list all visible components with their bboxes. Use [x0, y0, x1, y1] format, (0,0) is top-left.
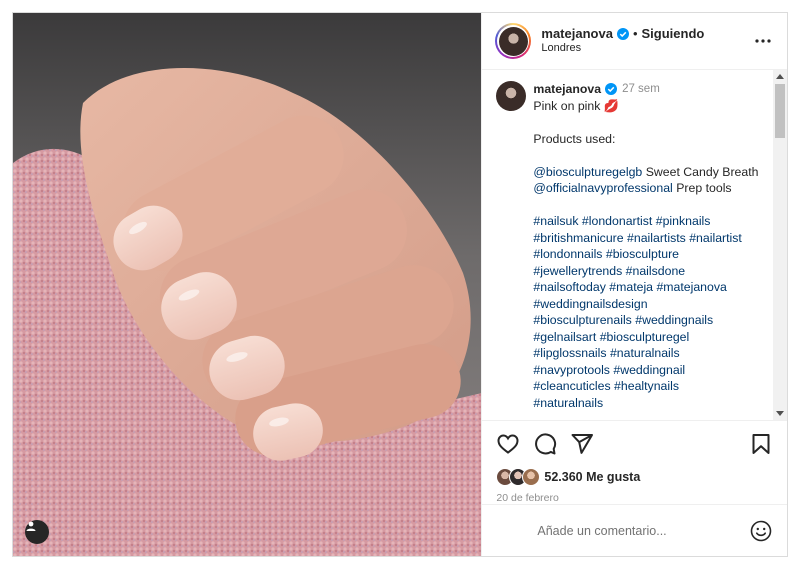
hashtag-line[interactable]: #lipglossnails #naturalnails [533, 345, 763, 362]
product-text: Prep tools [672, 181, 732, 195]
product-line: @biosculpturegelgb Sweet Candy Breath [533, 164, 763, 181]
comment-icon[interactable] [533, 432, 557, 456]
verified-icon [616, 28, 629, 41]
heart-icon[interactable] [496, 432, 520, 456]
post-photo[interactable] [13, 13, 482, 556]
verified-icon [605, 83, 618, 96]
avatar[interactable] [498, 26, 528, 56]
hashtag-line[interactable]: #londonnails #biosculpture [533, 246, 763, 263]
emoji-icon[interactable] [749, 519, 773, 543]
hashtag-line[interactable]: #biosculpturenails #weddingnails [533, 312, 763, 329]
user-tag-icon[interactable] [25, 520, 49, 544]
product-line: @officialnavyprofessional Prep tools [533, 180, 763, 197]
scroll-down-icon[interactable] [776, 411, 784, 416]
post-header: matejanova • Siguiendo Londres [482, 13, 787, 70]
manicure-image [13, 68, 482, 556]
caption-time[interactable]: 27 sem [622, 81, 660, 98]
hashtag-line[interactable]: #britishmanicure #nailartists #nailartis… [533, 230, 763, 247]
post-dialog: matejanova • Siguiendo Londres matejanov… [12, 12, 788, 557]
hashtag-line[interactable]: #nailsoftoday #mateja #matejanova [533, 279, 763, 296]
likes-row[interactable]: 52.360 Me gusta [482, 467, 787, 487]
product-text: Sweet Candy Breath [642, 164, 759, 179]
likes-count[interactable]: 52.360 Me gusta [544, 470, 640, 484]
add-comment-bar [482, 504, 787, 556]
caption-avatar[interactable] [496, 81, 527, 111]
comments-area[interactable]: matejanova 27 sem Pink on pink 💋 Product… [482, 70, 787, 421]
hashtag-line[interactable]: #naturalnails [533, 395, 763, 412]
products-list: @biosculpturegelgb Sweet Candy Breath @o… [533, 164, 763, 197]
hashtag-line[interactable]: #cleancuticles #healtynails [533, 378, 763, 395]
header-username[interactable]: matejanova [541, 26, 613, 42]
share-icon[interactable] [570, 432, 594, 456]
more-options-icon[interactable] [751, 29, 775, 53]
location-link[interactable]: Londres [541, 42, 751, 56]
caption-title: Pink on pink 💋 [533, 98, 620, 113]
hashtag-line[interactable]: #navyprotools #weddingnail [533, 362, 763, 379]
hashtags: #nailsuk #londonartist #pinknails #briti… [533, 213, 763, 411]
scroll-thumb[interactable] [775, 84, 785, 138]
story-ring[interactable] [495, 23, 532, 59]
avatar [522, 468, 541, 486]
products-label: Products used: [533, 131, 616, 146]
hashtag-line[interactable]: #nailsuk #londonartist #pinknails [533, 213, 763, 230]
hashtag-line[interactable]: #jewellerytrends #nailsdone [533, 263, 763, 280]
hashtag-line[interactable]: #gelnailsart #biosculpturegel [533, 329, 763, 346]
liker-avatars [496, 468, 541, 486]
post-side-panel: matejanova • Siguiendo Londres matejanov… [481, 13, 787, 556]
post-date[interactable]: 20 de febrero [482, 487, 787, 504]
separator: • [632, 26, 638, 41]
hashtag-line[interactable]: #weddingnailsdesign [533, 296, 763, 313]
mention-link[interactable]: @officialnavyprofessional [533, 181, 672, 195]
caption: matejanova 27 sem Pink on pink 💋 Product… [482, 70, 787, 411]
bookmark-icon[interactable] [749, 432, 773, 456]
scroll-up-icon[interactable] [776, 74, 784, 79]
comment-input[interactable] [537, 523, 749, 538]
mention-link[interactable]: @biosculpturegelgb [533, 165, 642, 179]
action-bar [482, 421, 787, 467]
following-button[interactable]: Siguiendo [642, 26, 705, 42]
scrollbar[interactable] [773, 70, 787, 420]
caption-username[interactable]: matejanova [533, 81, 601, 98]
